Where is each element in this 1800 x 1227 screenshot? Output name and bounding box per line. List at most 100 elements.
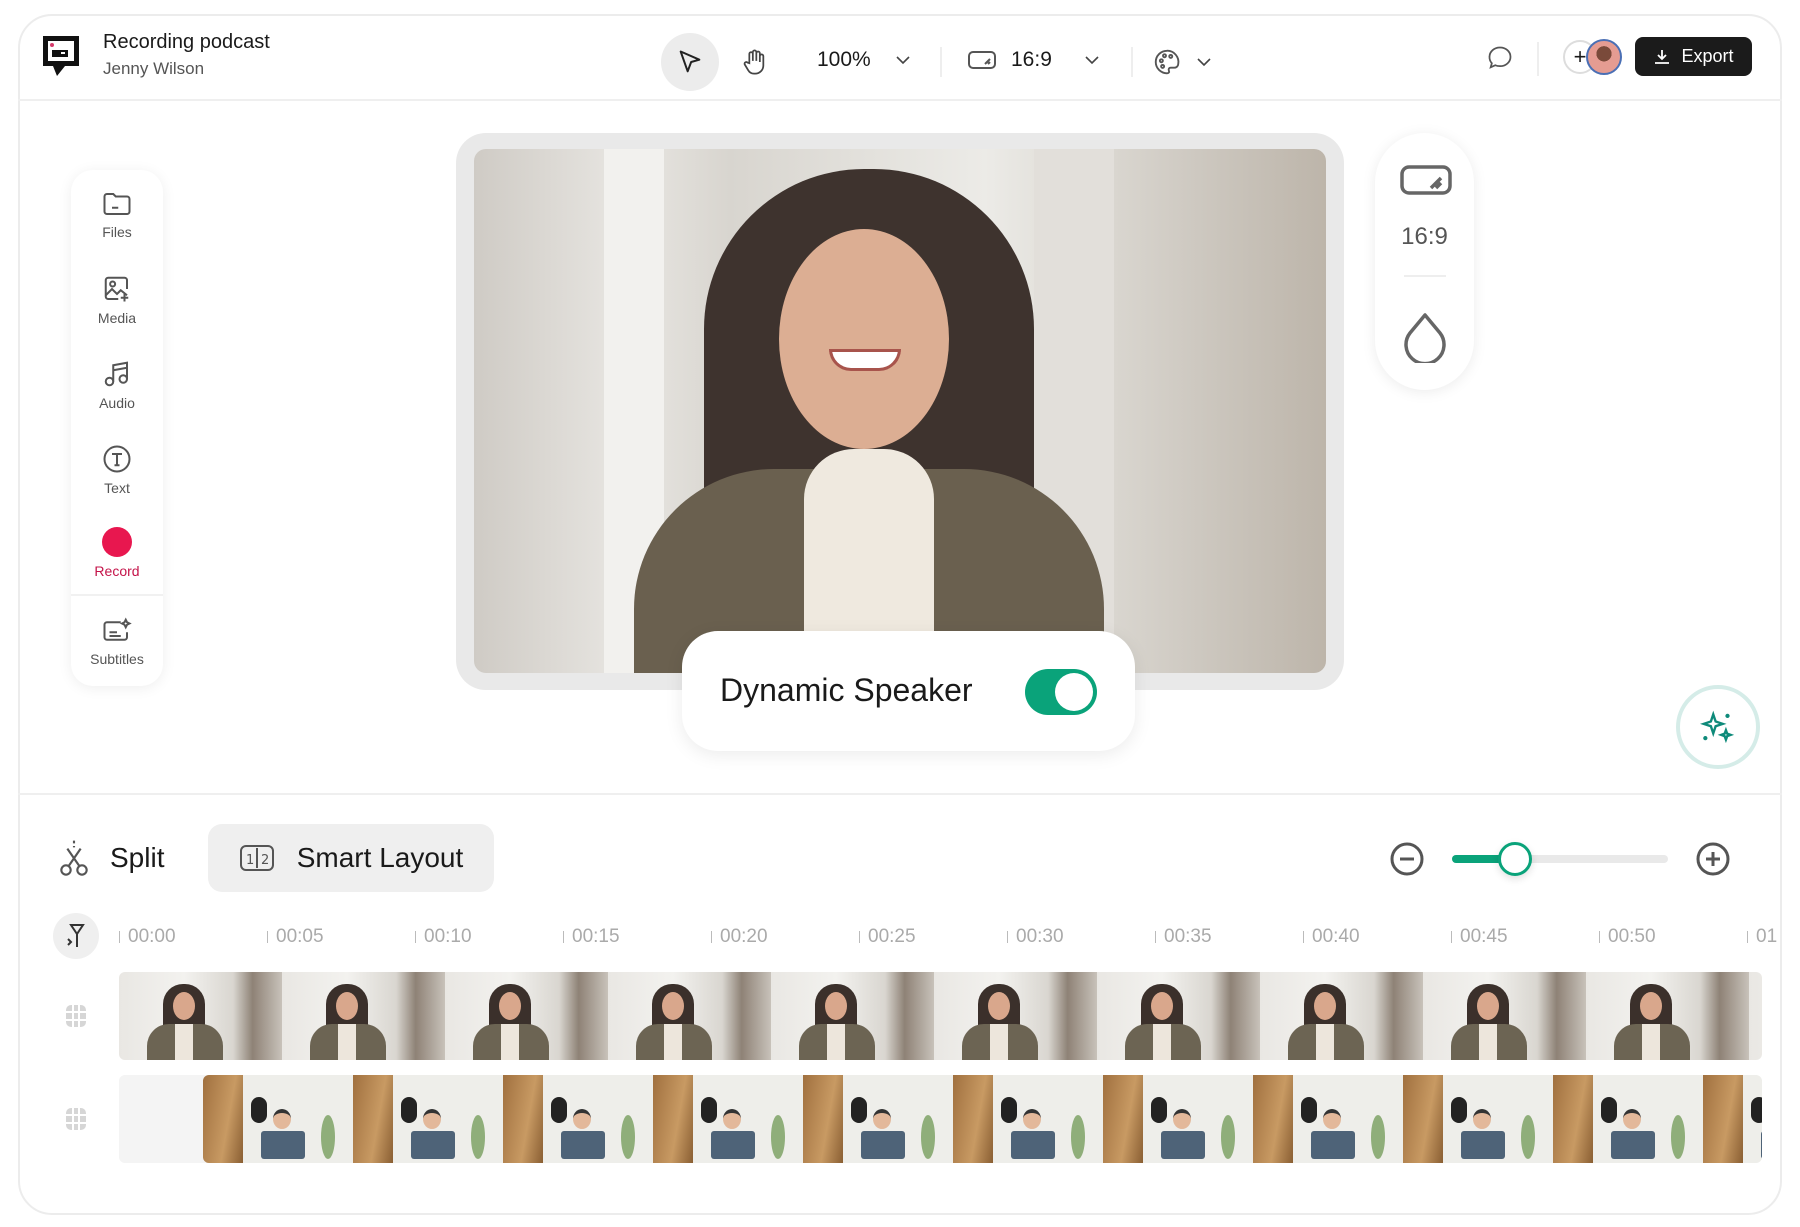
track-thumbnail (608, 972, 771, 1060)
sidebar-item-label: Text (104, 480, 130, 496)
track-thumbnail (1749, 972, 1762, 1060)
record-icon (102, 527, 132, 557)
sidebar-item-record[interactable]: Record (71, 527, 163, 579)
smart-layout-button[interactable]: 12 Smart Layout (208, 824, 494, 892)
panel-divider (1404, 275, 1446, 277)
timeline-divider (18, 793, 1782, 795)
avatar[interactable] (1586, 39, 1622, 75)
aspect-ratio-value: 16:9 (1011, 48, 1052, 71)
track-thumbnail (282, 972, 445, 1060)
track-thumbnail (1103, 1075, 1253, 1163)
timeline-tick: 00:10 (415, 926, 472, 948)
track-grid-icon[interactable] (62, 1105, 90, 1133)
hand-icon (743, 49, 765, 75)
comment-icon (1488, 46, 1512, 69)
track-thumbnail (771, 972, 934, 1060)
track-thumbnail (653, 1075, 803, 1163)
svg-text:1: 1 (246, 853, 254, 868)
image-add-icon (104, 276, 129, 302)
chevron-down-icon (1197, 58, 1211, 67)
timeline-tick: 00:30 (1007, 926, 1064, 948)
theme-dropdown[interactable] (1152, 47, 1212, 77)
dynamic-speaker-label: Dynamic Speaker (720, 672, 973, 708)
sparkles-icon (1699, 710, 1735, 744)
track-thumbnail (1586, 972, 1749, 1060)
video-preview[interactable] (474, 149, 1326, 673)
track-thumbnail (1260, 972, 1423, 1060)
zoom-value: 100% (817, 48, 871, 71)
speaker-smile (829, 349, 901, 371)
sidebar-item-files[interactable]: Files (71, 190, 163, 240)
color-drop-icon[interactable] (1402, 311, 1448, 363)
svg-text:2: 2 (261, 853, 269, 868)
slider-thumb[interactable] (1497, 842, 1532, 876)
sidebar: Files Media Audio Text Record Subtitles (71, 170, 163, 686)
track-thumbnail (1403, 1075, 1553, 1163)
track-thumbnail (803, 1075, 953, 1163)
aspect-ratio-icon[interactable] (1399, 163, 1453, 199)
sidebar-item-audio[interactable]: Audio (71, 359, 163, 411)
export-label: Export (1681, 46, 1734, 66)
music-icon (104, 361, 128, 387)
timeline-tick: 00:35 (1155, 926, 1212, 948)
track-thumbnail (934, 972, 1097, 1060)
track-thumbnail (503, 1075, 653, 1163)
track-thumbnail (1423, 972, 1586, 1060)
video-track-1[interactable] (119, 972, 1762, 1060)
playhead-button[interactable] (53, 913, 99, 959)
dynamic-speaker-toggle[interactable] (1025, 669, 1097, 715)
track-thumbnail (445, 972, 608, 1060)
app-logo (41, 34, 81, 83)
track-thumbnail (953, 1075, 1103, 1163)
track-grid-icon[interactable] (62, 1002, 90, 1030)
subtitles-icon (103, 617, 132, 641)
folder-icon (103, 193, 131, 215)
timeline-tick: 00:00 (119, 926, 176, 948)
zoom-out-icon[interactable] (1389, 841, 1425, 877)
format-panel: 16:9 (1375, 133, 1474, 390)
timeline-tick: 00:40 (1303, 926, 1360, 948)
sidebar-item-text[interactable]: Text (71, 444, 163, 496)
timeline-tick: 00:50 (1599, 926, 1656, 948)
sidebar-item-label: Record (94, 563, 140, 579)
track-thumbnail (119, 972, 282, 1060)
toggle-knob (1055, 673, 1093, 711)
track-thumbnail (1703, 1075, 1762, 1163)
download-icon (1655, 49, 1670, 64)
comments-button[interactable] (1485, 43, 1515, 73)
hand-tool-button[interactable] (737, 44, 771, 80)
cursor-icon (679, 50, 701, 73)
timeline-tick: 00:05 (267, 926, 324, 948)
timeline-tick: 01 (1747, 926, 1777, 948)
track-thumbnail (1553, 1075, 1703, 1163)
aspect-ratio-label[interactable]: 16:9 (1375, 223, 1474, 251)
ai-magic-button[interactable] (1676, 685, 1760, 769)
layout-icon: 12 (239, 845, 274, 871)
split-label: Split (110, 842, 165, 873)
scissors-icon (60, 840, 88, 876)
aspect-ratio-dropdown[interactable]: 16:9 (967, 48, 1100, 72)
palette-icon (1154, 49, 1180, 75)
sidebar-item-label: Subtitles (90, 651, 144, 667)
sidebar-item-subtitles[interactable]: Subtitles (71, 617, 163, 667)
timeline-tick: 00:15 (563, 926, 620, 948)
aspect-ratio-icon (968, 51, 996, 69)
header-divider (18, 99, 1782, 101)
playhead-icon (67, 924, 85, 947)
sidebar-divider (71, 594, 163, 596)
chevron-down-icon (1085, 56, 1099, 65)
project-title: Recording podcast (103, 31, 270, 53)
project-owner: Jenny Wilson (103, 59, 205, 78)
zoom-dropdown[interactable]: 100% (817, 48, 911, 72)
timeline-tick: 00:45 (1451, 926, 1508, 948)
track-thumbnail (203, 1075, 353, 1163)
export-button[interactable]: Export (1635, 37, 1752, 76)
smart-layout-label: Smart Layout (296, 842, 464, 873)
sidebar-item-media[interactable]: Media (71, 274, 163, 326)
timeline-tick: 00:20 (711, 926, 768, 948)
zoom-in-icon[interactable] (1695, 841, 1731, 877)
track-thumbnail (1097, 972, 1260, 1060)
video-track-2[interactable] (119, 1075, 1762, 1163)
split-button[interactable]: Split (58, 838, 164, 878)
select-tool-button[interactable] (661, 33, 719, 91)
